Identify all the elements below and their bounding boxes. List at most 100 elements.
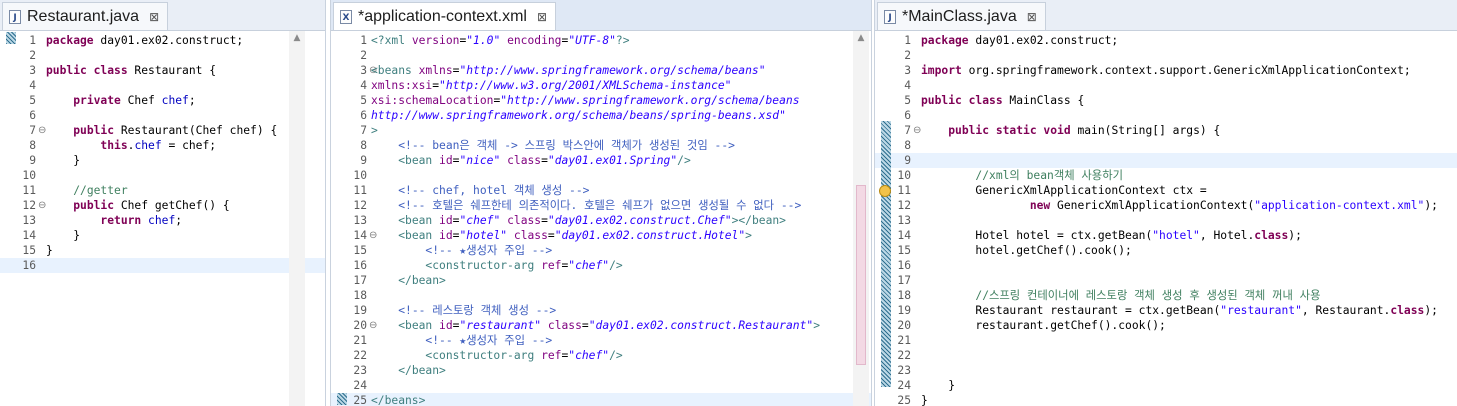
code-editor[interactable]: 1 <?xml version="1.0" encoding="UTF-8"?> 2… (331, 31, 871, 406)
vertical-scrollbar[interactable]: ▲ (853, 31, 869, 406)
code-line[interactable]: 22 <constructor-arg ref="chef"/> (331, 348, 871, 363)
code-line[interactable]: 24 (331, 378, 871, 393)
code-line[interactable]: 4 (875, 78, 1457, 93)
tab-restaurant-java[interactable]: J Restaurant.java ⊠ (2, 2, 169, 30)
code-text: </beans> (371, 394, 426, 406)
code-text: public class Restaurant { (46, 64, 217, 77)
code-line[interactable]: 1 package day01.ex02.construct; (875, 33, 1457, 48)
code-line[interactable]: 6 (875, 108, 1457, 123)
code-line[interactable]: 2 (331, 48, 871, 63)
line-number: 8 (29, 139, 36, 152)
code-line[interactable]: 21 <!-- ★생성자 주입 --> (331, 333, 871, 348)
code-line[interactable]: 1 <?xml version="1.0" encoding="UTF-8"?> (331, 33, 871, 48)
code-text: public class MainClass { (921, 94, 1085, 107)
code-line[interactable]: 7 ⊖ public Restaurant(Chef chef) { (0, 123, 325, 138)
code-line[interactable]: 6 (0, 108, 325, 123)
code-line[interactable]: 9 } (0, 153, 325, 168)
code-line[interactable]: 25} (875, 393, 1457, 406)
code-line[interactable]: 15 hotel.getChef().cook(); (875, 243, 1457, 258)
code-line[interactable]: 23 </bean> (331, 363, 871, 378)
close-icon[interactable]: ⊠ (537, 10, 547, 24)
line-number: 20 (353, 319, 367, 332)
scroll-up-icon[interactable]: ▲ (292, 34, 302, 43)
code-line[interactable]: 20 restaurant.getChef().cook(); (875, 318, 1457, 333)
code-line[interactable]: 3 import org.springframework.context.supp… (875, 63, 1457, 78)
code-line[interactable]: 11 <!-- chef, hotel 객체 생성 --> (331, 183, 871, 198)
tab-application-context-xml[interactable]: X *application-context.xml ⊠ (333, 2, 557, 30)
code-line[interactable]: 16 <constructor-arg ref="chef"/> (331, 258, 871, 273)
code-line[interactable]: 21 (875, 333, 1457, 348)
code-line[interactable]: 20 ⊖ <bean id="restaurant" class="day01.e… (331, 318, 871, 333)
code-line[interactable]: 4 (0, 78, 325, 93)
tab-mainclass-java[interactable]: J *MainClass.java ⊠ (877, 2, 1046, 30)
code-line[interactable]: 2 (0, 48, 325, 63)
code-line[interactable]: 15 <!-- ★생성자 주입 --> (331, 243, 871, 258)
code-line[interactable]: 8 this.chef = chef; (0, 138, 325, 153)
code-line[interactable]: 17 (875, 273, 1457, 288)
change-marker (881, 121, 891, 387)
code-line[interactable]: 22 (875, 348, 1457, 363)
line-number: 19 (353, 304, 367, 317)
scroll-up-icon[interactable]: ▲ (856, 34, 866, 43)
code-text: //getter (73, 184, 128, 197)
code-line[interactable]: 10 (331, 168, 871, 183)
code-line[interactable]: 2 (875, 48, 1457, 63)
code-line[interactable]: 6 http://www.springframework.org/schema/b… (331, 108, 871, 123)
line-number: 6 (360, 109, 367, 122)
code-line[interactable]: 13 (875, 213, 1457, 228)
line-number: 13 (897, 214, 911, 227)
code-line[interactable]: 16 (0, 258, 325, 273)
code-line[interactable]: 12 ⊖ public Chef getChef() { (0, 198, 325, 213)
code-line[interactable]: 5 public class MainClass { (875, 93, 1457, 108)
code-line[interactable]: 19 Restaurant restaurant = ctx.getBean("… (875, 303, 1457, 318)
warning-icon[interactable] (879, 185, 891, 197)
code-line[interactable]: 11 GenericXmlApplicationContext ctx = (875, 183, 1457, 198)
code-line[interactable]: 19 <!-- 레스토랑 객체 생성 --> (331, 303, 871, 318)
editor-pane-mainclass[interactable]: J *MainClass.java ⊠ 1 package day01.ex02.… (874, 0, 1457, 406)
code-line[interactable]: 7 > (331, 123, 871, 138)
code-line[interactable]: 11 //getter (0, 183, 325, 198)
code-line[interactable]: 5 private Chef chef; (0, 93, 325, 108)
close-icon[interactable]: ⊠ (149, 10, 159, 24)
code-line[interactable]: 17 </bean> (331, 273, 871, 288)
code-line[interactable]: 3 ⊖ <beans xmlns="http://www.springframewo… (331, 63, 871, 78)
code-line[interactable]: 12 <!-- 호텔은 쉐프한테 의존적이다. 호텔은 쉐프가 없으면 생성될 … (331, 198, 871, 213)
code-line[interactable]: 13 return chef; (0, 213, 325, 228)
code-line[interactable]: 14 ⊖ <bean id="hotel" class="day01.ex02.c… (331, 228, 871, 243)
code-text: </bean> (398, 274, 446, 287)
code-line[interactable]: 14 Hotel hotel = ctx.getBean("hotel", Ho… (875, 228, 1457, 243)
close-icon[interactable]: ⊠ (1027, 10, 1037, 24)
code-line[interactable]: 5 xsi:schemaLocation="http://www.springfr… (331, 93, 871, 108)
code-line[interactable]: 7 ⊖ public static void main(String[] args… (875, 123, 1457, 138)
code-line[interactable]: 10 (0, 168, 325, 183)
code-line[interactable]: 25 </beans> (331, 393, 871, 406)
code-line[interactable]: 8 <!-- bean은 객체 -> 스프링 박스안에 객체가 생성된 것임 -… (331, 138, 871, 153)
code-line[interactable]: 16 (875, 258, 1457, 273)
code-text: } (46, 154, 81, 167)
code-line[interactable]: 15} (0, 243, 325, 258)
code-line[interactable]: 1 package day01.ex02.construct; (0, 33, 325, 48)
vertical-scrollbar[interactable]: ▲ (289, 31, 305, 406)
line-number: 14 (897, 229, 911, 242)
code-line[interactable]: 18 (331, 288, 871, 303)
code-line[interactable]: 8 (875, 138, 1457, 153)
editor-pane-restaurant[interactable]: J Restaurant.java ⊠ 1 package day01.ex02.… (0, 0, 326, 406)
code-line[interactable]: 23 (875, 363, 1457, 378)
code-line[interactable]: 13 <bean id="chef" class="day01.ex02.con… (331, 213, 871, 228)
code-line[interactable]: 18 //스프링 컨테이너에 레스토랑 객체 생성 후 생성된 객체 꺼내 사용 (875, 288, 1457, 303)
code-editor[interactable]: 1 package day01.ex02.construct; 2 3 public c… (0, 31, 325, 406)
code-line[interactable]: 12 new GenericXmlApplicationContext("app… (875, 198, 1457, 213)
code-line[interactable]: 4 xmlns:xsi="http://www.w3.org/2001/XMLSc… (331, 78, 871, 93)
code-line[interactable]: 9 (875, 153, 1457, 168)
code-line[interactable]: 10 //xml의 bean객체 사용하기 (875, 168, 1457, 183)
code-line[interactable]: 14 } (0, 228, 325, 243)
code-line[interactable]: 24 } (875, 378, 1457, 393)
code-line[interactable]: 9 <bean id="nice" class="day01.ex01.Spri… (331, 153, 871, 168)
line-number: 9 (360, 154, 367, 167)
code-text: xsi:schemaLocation="http://www.springfra… (371, 94, 800, 107)
editor-pane-application-context[interactable]: X *application-context.xml ⊠ 1 <?xml vers… (330, 0, 872, 406)
line-number: 20 (897, 319, 911, 332)
code-editor[interactable]: 1 package day01.ex02.construct; 2 3 import o… (875, 31, 1457, 406)
code-line[interactable]: 3 public class Restaurant { (0, 63, 325, 78)
code-text: } (921, 379, 956, 392)
